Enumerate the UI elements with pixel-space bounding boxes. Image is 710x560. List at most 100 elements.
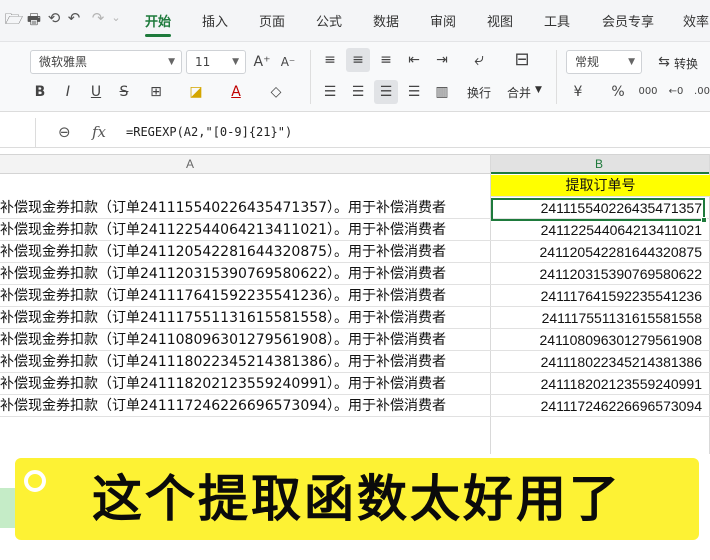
clear-format-icon[interactable]: ◇ bbox=[264, 80, 288, 104]
cell-a[interactable]: 补偿现金券扣款（订单241117246226696573094）。用于补偿消费者 bbox=[0, 396, 490, 417]
refresh-icon[interactable]: ⟲ bbox=[44, 9, 64, 27]
decrease-font-button[interactable]: A⁻ bbox=[276, 50, 300, 74]
ribbon-divider bbox=[556, 50, 557, 104]
tab-review[interactable]: 审阅 bbox=[430, 11, 456, 30]
formula-input[interactable]: =REGEXP(A2,"[0-9]{21}") bbox=[126, 125, 292, 139]
cell-b[interactable]: 241120315390769580622 bbox=[491, 264, 706, 285]
cell-a[interactable]: 补偿现金券扣款（订单241117551131615581558）。用于补偿消费者 bbox=[0, 308, 490, 329]
chevron-down-icon: ▼ bbox=[232, 57, 239, 67]
function-icon[interactable]: fx bbox=[92, 123, 106, 141]
print-icon[interactable]: 🖶 bbox=[24, 9, 44, 34]
thousands-button[interactable]: 000 bbox=[636, 80, 660, 104]
cell-a[interactable]: 补偿现金券扣款（订单241117641592235541236）。用于补偿消费者 bbox=[0, 286, 490, 307]
cell-a[interactable]: 补偿现金券扣款（订单241115540226435471357）。用于补偿消费者 bbox=[0, 198, 490, 219]
cell-b[interactable]: 241120542281644320875 bbox=[491, 242, 706, 263]
zoom-icon[interactable]: ⊖ bbox=[58, 123, 71, 141]
active-tab-indicator bbox=[145, 34, 171, 37]
currency-button[interactable]: ¥ bbox=[566, 80, 590, 104]
undo-icon[interactable]: ↶ bbox=[64, 9, 84, 27]
column-header-bar: A B bbox=[0, 154, 710, 174]
ribbon-toolbar: 微软雅黑 ▼ 11 ▼ A⁺ A⁻ B I U S ⊞ ◪ A ◇ ≡ ≡ ≡ … bbox=[0, 42, 710, 112]
font-name-value: 微软雅黑 bbox=[39, 55, 88, 69]
merge-cells-icon[interactable]: ⊟ bbox=[510, 48, 534, 72]
tab-data[interactable]: 数据 bbox=[373, 11, 399, 30]
align-right-icon[interactable]: ☰ bbox=[374, 80, 398, 104]
caption-text: 这个提取函数太好用了 bbox=[92, 470, 622, 528]
menu-bar: 🗁 🖶 ⟲ ↶ ↷ ⌄ 开始 插入 页面 公式 数据 审阅 视图 工具 会员专享… bbox=[0, 0, 710, 42]
table-row: 补偿现金券扣款（订单241120315390769580622）。用于补偿消费者… bbox=[0, 264, 710, 285]
column-header-b[interactable]: B bbox=[491, 155, 710, 174]
tab-insert[interactable]: 插入 bbox=[202, 11, 228, 30]
align-middle-icon[interactable]: ≡ bbox=[346, 48, 370, 72]
tab-view[interactable]: 视图 bbox=[487, 11, 513, 30]
formula-bar: ⊖ fx =REGEXP(A2,"[0-9]{21}") bbox=[0, 118, 710, 148]
fill-color-icon[interactable]: ◪ bbox=[184, 80, 208, 104]
align-top-icon[interactable]: ≡ bbox=[318, 48, 342, 72]
font-name-select[interactable]: 微软雅黑 ▼ bbox=[30, 50, 182, 74]
align-center-icon[interactable]: ☰ bbox=[346, 80, 370, 104]
table-row: 补偿现金券扣款（订单241117246226696573094）。用于补偿消费者… bbox=[0, 396, 710, 417]
cell-a[interactable]: 补偿现金券扣款（订单241120315390769580622）。用于补偿消费者 bbox=[0, 264, 490, 285]
cell-b[interactable]: 241117641592235541236 bbox=[491, 286, 706, 307]
column-header-a[interactable]: A bbox=[186, 157, 194, 171]
chevron-down-icon[interactable]: ▼ bbox=[535, 85, 542, 95]
cell-a[interactable]: 补偿现金券扣款（订单241118202123559240991）。用于补偿消费者 bbox=[0, 374, 490, 395]
tab-member[interactable]: 会员专享 bbox=[602, 11, 654, 30]
table-row: 补偿现金券扣款（订单241118202123559240991）。用于补偿消费者… bbox=[0, 374, 710, 395]
strikethrough-button[interactable]: S bbox=[112, 80, 136, 104]
tab-page[interactable]: 页面 bbox=[259, 11, 285, 30]
cell-b[interactable]: 241118202123559240991 bbox=[491, 374, 706, 395]
justify-icon[interactable]: ☰ bbox=[402, 80, 426, 104]
cell-b[interactable]: 241117246226696573094 bbox=[491, 396, 706, 417]
table-row: 补偿现金券扣款（订单241118022345214381386）。用于补偿消费者… bbox=[0, 352, 710, 373]
italic-button[interactable]: I bbox=[56, 80, 80, 104]
tab-tools[interactable]: 工具 bbox=[544, 11, 570, 30]
fill-handle[interactable] bbox=[701, 217, 707, 223]
table-row: 补偿现金券扣款（订单241117551131615581558）。用于补偿消费者… bbox=[0, 308, 710, 329]
tab-formula[interactable]: 公式 bbox=[316, 11, 342, 30]
more-quick-icon[interactable]: ⌄ bbox=[106, 11, 126, 24]
cell-b[interactable]: 241122544064213411021 bbox=[491, 220, 706, 241]
indent-decrease-icon[interactable]: ⇤ bbox=[402, 48, 426, 72]
header-cell-b1[interactable]: 提取订单号 bbox=[491, 175, 710, 197]
column-letter-b: B bbox=[595, 157, 604, 171]
table-row: 补偿现金券扣款（订单241120542281644320875）。用于补偿消费者… bbox=[0, 242, 710, 263]
name-box[interactable] bbox=[0, 118, 36, 148]
wrap-text-icon[interactable]: ⤶ bbox=[467, 48, 491, 72]
tab-efficiency[interactable]: 效率 bbox=[683, 11, 709, 30]
bold-button[interactable]: B bbox=[28, 80, 52, 104]
number-format-select[interactable]: 常规 ▼ bbox=[566, 50, 642, 74]
wrap-text-button[interactable]: 换行 bbox=[467, 84, 491, 101]
cell-a[interactable]: 补偿现金券扣款（订单241122544064213411021）。用于补偿消费者 bbox=[0, 220, 490, 241]
underline-button[interactable]: U bbox=[84, 80, 108, 104]
convert-icon[interactable]: ⇆ bbox=[652, 50, 676, 74]
increase-font-button[interactable]: A⁺ bbox=[250, 50, 274, 74]
cell-b[interactable]: 241118022345214381386 bbox=[491, 352, 706, 373]
font-size-value: 11 bbox=[195, 55, 211, 69]
cell-b[interactable]: 241108096301279561908 bbox=[491, 330, 706, 351]
cell-a[interactable]: 补偿现金券扣款（订单241120542281644320875）。用于补偿消费者 bbox=[0, 242, 490, 263]
cell-a[interactable]: 补偿现金券扣款（订单241118022345214381386）。用于补偿消费者 bbox=[0, 352, 490, 373]
open-file-icon[interactable]: 🗁 bbox=[4, 9, 24, 34]
increase-decimal-button[interactable]: ←0 bbox=[664, 80, 688, 104]
distribute-icon[interactable]: ▥ bbox=[430, 80, 454, 104]
selected-cell-outline bbox=[491, 198, 705, 221]
ribbon-divider bbox=[310, 50, 311, 104]
chevron-down-icon: ▼ bbox=[628, 57, 635, 67]
percent-button[interactable]: % bbox=[606, 80, 630, 104]
cell-b[interactable]: 241117551131615581558 bbox=[491, 308, 706, 329]
font-color-icon[interactable]: A bbox=[224, 80, 248, 104]
redo-icon[interactable]: ↷ bbox=[88, 9, 108, 27]
merge-cells-button[interactable]: 合并 bbox=[507, 84, 531, 101]
caption-banner: 这个提取函数太好用了 bbox=[15, 458, 699, 540]
tab-home[interactable]: 开始 bbox=[145, 11, 171, 30]
table-row: 补偿现金券扣款（订单241122544064213411021）。用于补偿消费者… bbox=[0, 220, 710, 241]
indent-increase-icon[interactable]: ⇥ bbox=[430, 48, 454, 72]
convert-button[interactable]: 转换 bbox=[674, 55, 698, 72]
cell-a[interactable]: 补偿现金券扣款（订单241108096301279561908）。用于补偿消费者 bbox=[0, 330, 490, 351]
border-icon[interactable]: ⊞ bbox=[144, 80, 168, 104]
align-left-icon[interactable]: ☰ bbox=[318, 80, 342, 104]
align-bottom-icon[interactable]: ≡ bbox=[374, 48, 398, 72]
font-size-select[interactable]: 11 ▼ bbox=[186, 50, 246, 74]
decrease-decimal-button[interactable]: .00 bbox=[690, 80, 710, 104]
